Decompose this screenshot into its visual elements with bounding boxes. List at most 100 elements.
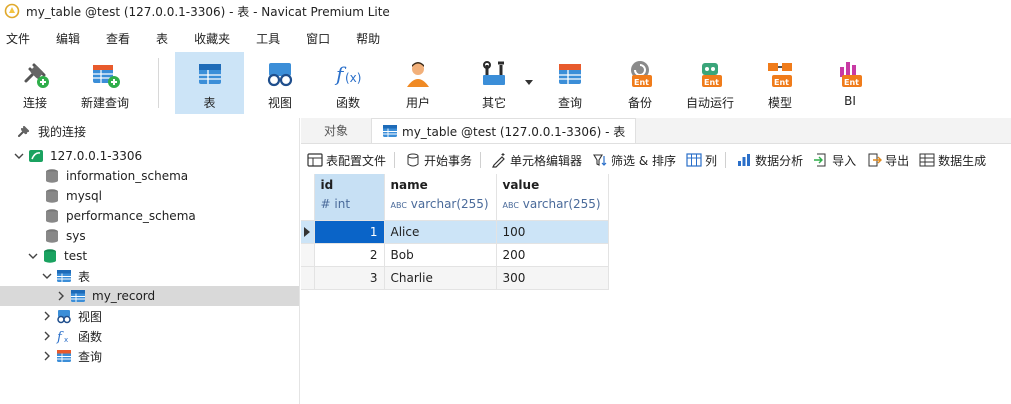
backup-button[interactable]: Ent 备份 — [618, 52, 662, 114]
nav-db-label: sys — [66, 229, 86, 243]
nav-db-label: performance_schema — [66, 209, 196, 223]
begin-transaction-button[interactable]: 开始事务 — [405, 152, 472, 169]
data-analysis-button[interactable]: 数据分析 — [736, 152, 803, 169]
column-header-id[interactable]: id # int — [314, 174, 385, 221]
columns-button[interactable]: 列 — [686, 152, 717, 169]
row-selector[interactable] — [301, 266, 315, 290]
cell-name[interactable]: Charlie — [384, 266, 497, 290]
cell-name[interactable]: Alice — [384, 220, 497, 244]
import-button[interactable]: 导入 — [813, 152, 856, 169]
cell-value[interactable]: 300 — [496, 266, 609, 290]
column-header-value[interactable]: value ABC varchar(255) — [496, 174, 609, 221]
navigation-pane: 我的连接 127.0.0.1-3306 information_schema m… — [0, 118, 300, 404]
menu-edit[interactable]: 编辑 — [56, 30, 91, 47]
menu-file[interactable]: 文件 — [6, 30, 41, 47]
database-open-icon — [44, 249, 56, 263]
column-name: id — [320, 178, 334, 192]
nav-connection[interactable]: 127.0.0.1-3306 — [0, 146, 299, 166]
chevron-right-icon[interactable] — [42, 311, 52, 321]
menu-help[interactable]: 帮助 — [356, 30, 391, 47]
table-design-icon — [307, 153, 323, 167]
table-icon — [71, 290, 85, 302]
nav-queries-folder[interactable]: 查询 — [0, 346, 299, 366]
analysis-icon — [738, 154, 751, 166]
cell-id[interactable]: 1 — [314, 220, 385, 244]
cell-value[interactable]: 100 — [496, 220, 609, 244]
query-icon — [559, 64, 581, 84]
chevron-right-icon[interactable] — [42, 351, 52, 361]
mysql-connection-icon — [29, 150, 43, 162]
cell-name[interactable]: Bob — [384, 243, 497, 267]
nav-db-information-schema[interactable]: information_schema — [0, 166, 299, 186]
current-row-marker-icon — [304, 226, 310, 237]
menu-view[interactable]: 查看 — [106, 30, 141, 47]
chevron-right-icon[interactable] — [56, 291, 66, 301]
chevron-down-icon[interactable] — [28, 251, 38, 261]
menu-window[interactable]: 窗口 — [306, 30, 341, 47]
import-icon — [814, 153, 826, 167]
new-query-icon — [93, 65, 120, 88]
menu-favorites[interactable]: 收藏夹 — [194, 30, 241, 47]
tables-button[interactable]: 表 — [175, 52, 244, 114]
design-table-button[interactable]: 表配置文件 — [307, 152, 386, 169]
cell-value[interactable]: 200 — [496, 243, 609, 267]
tab-objects[interactable]: 对象 — [301, 118, 371, 143]
others-button[interactable]: 其它 — [470, 52, 518, 114]
chevron-right-icon[interactable] — [42, 331, 52, 341]
toolbar-separator — [394, 152, 396, 168]
column-header-name[interactable]: name ABC varchar(255) — [384, 174, 497, 221]
table-row[interactable]: 2 Bob 200 — [301, 243, 609, 267]
nav-db-test[interactable]: test — [0, 246, 299, 266]
new-query-button[interactable]: 新建查询 — [76, 52, 134, 114]
model-button[interactable]: Ent 模型 — [758, 52, 802, 114]
nav-db-sys[interactable]: sys — [0, 226, 299, 246]
automation-button[interactable]: Ent 自动运行 — [684, 52, 736, 114]
backup-ent-icon: Ent — [631, 61, 652, 87]
bi-button[interactable]: Ent BI — [828, 52, 872, 114]
row-selector[interactable] — [301, 220, 315, 244]
data-generation-button[interactable]: 数据生成 — [919, 152, 986, 169]
nav-db-label: test — [64, 249, 88, 263]
tab-my-table[interactable]: my_table @test (127.0.0.1-3306) - 表 — [371, 118, 637, 143]
grid-header-row: id # int name ABC varchar(255) value ABC… — [301, 174, 609, 221]
table-row[interactable]: 1 Alice 100 — [301, 220, 609, 244]
nav-connection-label: 127.0.0.1-3306 — [50, 149, 143, 163]
nav-db-performance-schema[interactable]: performance_schema — [0, 206, 299, 226]
row-selector[interactable] — [301, 243, 315, 267]
table-row[interactable]: 3 Charlie 300 — [301, 266, 609, 290]
nav-db-mysql[interactable]: mysql — [0, 186, 299, 206]
chevron-down-icon[interactable] — [525, 80, 533, 86]
functions-button[interactable]: f (x) 函数 — [326, 52, 370, 114]
chevron-down-icon[interactable] — [42, 271, 52, 281]
cell-editor-button[interactable]: 单元格编辑器 — [491, 152, 582, 169]
column-name: name — [390, 178, 428, 192]
filter-sort-button[interactable]: 筛选 & 排序 — [592, 152, 676, 169]
data-generation-icon — [919, 153, 935, 167]
chevron-down-icon[interactable] — [14, 151, 24, 161]
menu-tools[interactable]: 工具 — [256, 30, 291, 47]
cell-id[interactable]: 3 — [314, 266, 385, 290]
cell-id[interactable]: 2 — [314, 243, 385, 267]
nav-my-connections[interactable]: 我的连接 — [0, 121, 299, 141]
nav-views-folder[interactable]: 视图 — [0, 306, 299, 326]
tab-bar: 对象 my_table @test (127.0.0.1-3306) - 表 — [301, 118, 1011, 144]
menu-table[interactable]: 表 — [156, 30, 179, 47]
table-toolbar: 表配置文件 开始事务 单元格编辑器 筛选 & 排序 列 数据分析 导入 导出 数… — [301, 148, 1011, 172]
nav-tables-label: 表 — [78, 269, 91, 284]
menu-bar: 文件 编辑 查看 表 收藏夹 工具 窗口 帮助 — [0, 26, 1011, 50]
data-grid[interactable]: id # int name ABC varchar(255) value ABC… — [301, 174, 609, 290]
connect-button[interactable]: 连接 — [12, 52, 58, 114]
nav-table-my-record[interactable]: my_record — [0, 286, 299, 306]
transaction-icon — [407, 153, 419, 167]
queries-button[interactable]: 查询 — [548, 52, 592, 114]
database-icon — [46, 229, 58, 243]
svg-text:Ent: Ent — [844, 78, 859, 87]
views-button[interactable]: 视图 — [258, 52, 302, 114]
nav-tables-folder[interactable]: 表 — [0, 266, 299, 286]
svg-text:Ent: Ent — [704, 78, 719, 87]
nav-functions-folder[interactable]: f x 函数 — [0, 326, 299, 346]
tools-icon — [483, 61, 505, 85]
export-button[interactable]: 导出 — [866, 152, 909, 169]
grid-corner[interactable] — [301, 174, 315, 221]
users-button[interactable]: 用户 — [396, 52, 440, 114]
